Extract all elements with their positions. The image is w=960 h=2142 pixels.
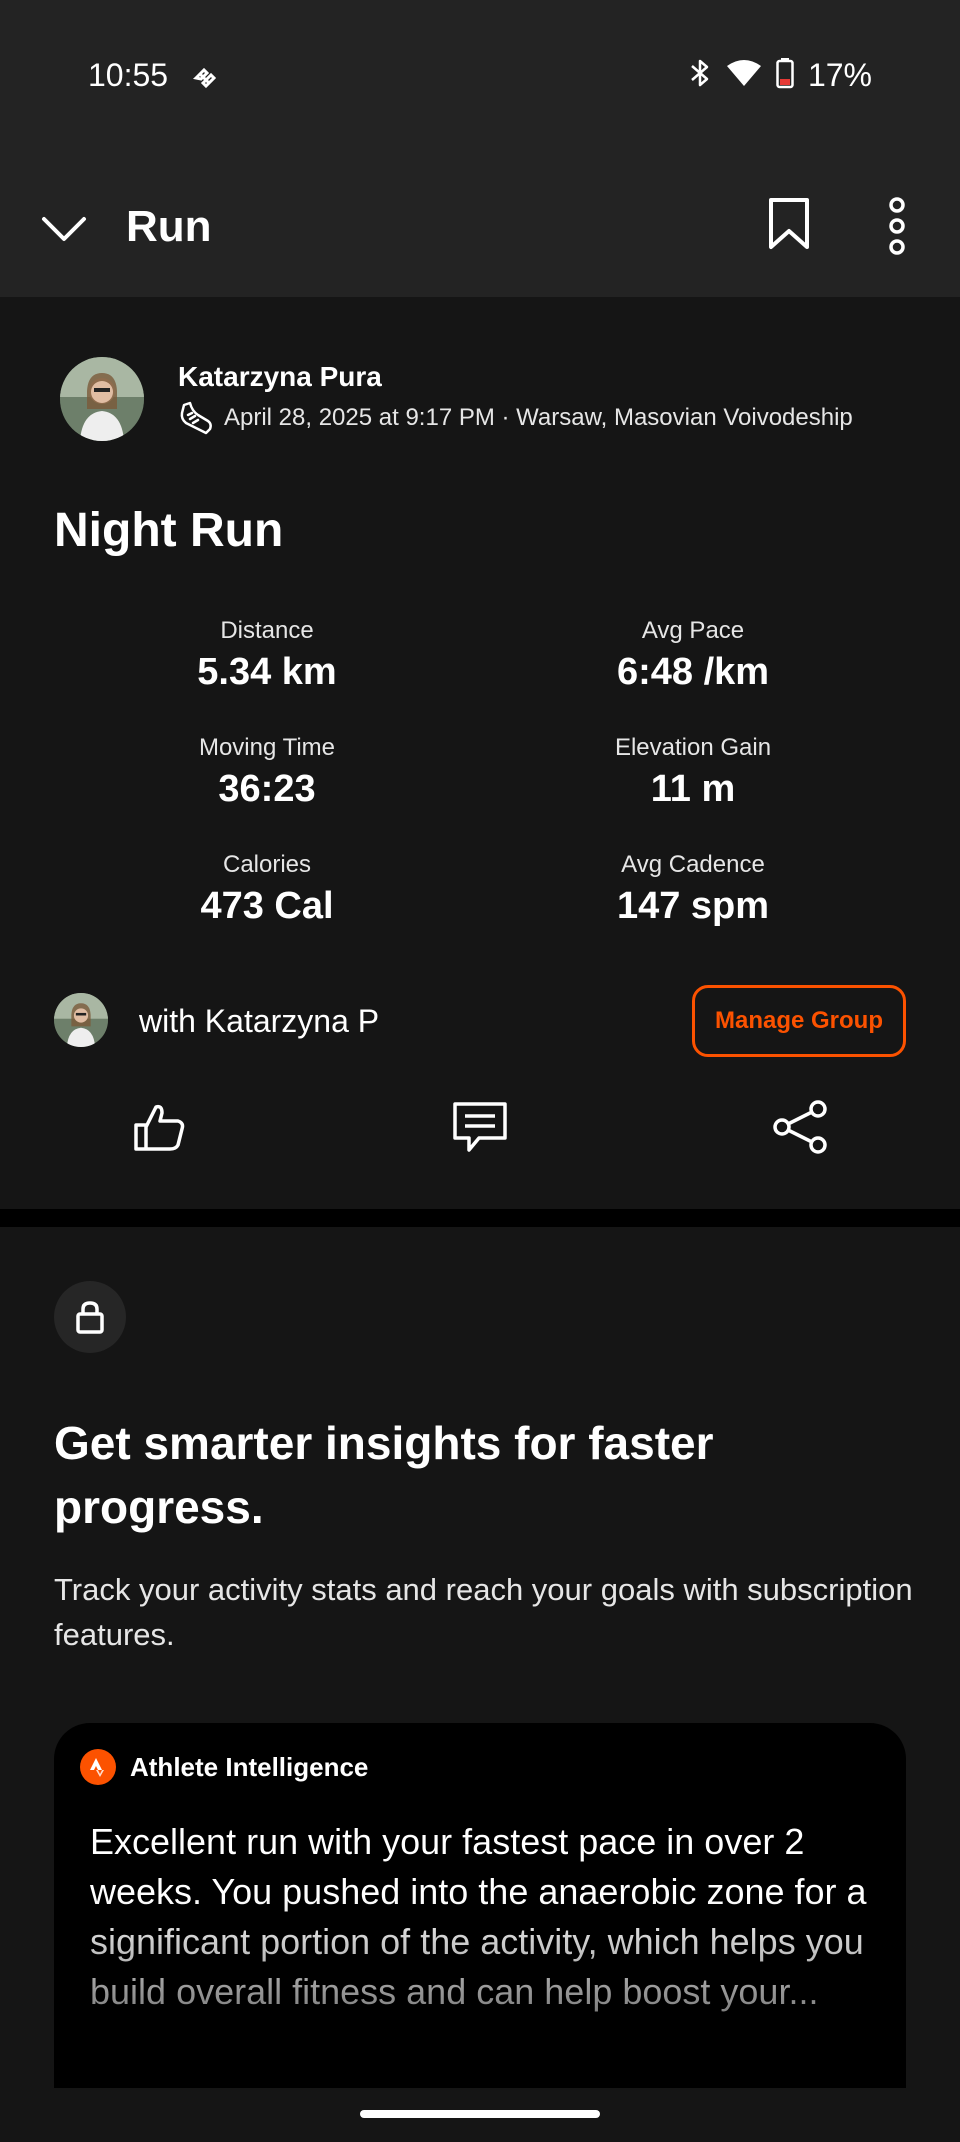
upsell-body: Track your activity stats and reach your… — [54, 1572, 913, 1652]
stat-distance: Distance 5.34 km — [54, 617, 480, 694]
group-row: with Katarzyna P Manage Group — [54, 985, 906, 1057]
stat-value: 6:48 /km — [616, 651, 770, 693]
strava-logo-icon — [80, 1749, 116, 1785]
stat-moving-time: Moving Time 36:23 — [54, 734, 480, 811]
status-bar: 10:55 17% — [0, 0, 960, 150]
notification-icon — [190, 62, 220, 92]
bluetooth-icon — [688, 57, 712, 94]
battery-percent: 17% — [807, 57, 872, 93]
stat-calories: Calories 473 Cal — [54, 851, 480, 928]
chevron-down-icon — [42, 217, 86, 241]
page-title: Run — [126, 202, 212, 251]
system-nav-bar — [0, 2088, 960, 2142]
section-divider — [0, 1209, 960, 1227]
wifi-icon — [726, 58, 762, 93]
ai-card-title: Athlete Intelligence — [130, 1751, 369, 1782]
athlete-name[interactable]: Katarzyna Pura — [178, 361, 382, 393]
activity-title: Night Run — [54, 504, 284, 557]
bookmark-button[interactable] — [762, 194, 816, 254]
stat-value: 36:23 — [218, 768, 316, 810]
app-bar: Run — [0, 150, 960, 297]
bookmark-icon — [769, 198, 809, 249]
thumbs-up-icon — [134, 1104, 185, 1151]
more-options-button[interactable] — [872, 194, 922, 258]
lock-icon — [76, 1301, 104, 1334]
ai-insight-text: Excellent run with your fastest pace in … — [90, 1817, 890, 2017]
manage-group-button[interactable]: Manage Group — [692, 985, 906, 1057]
ai-card-header: Athlete Intelligence — [80, 1749, 368, 1785]
stat-avg-pace: Avg Pace 6:48 /km — [480, 617, 906, 694]
group-members-text[interactable]: with Katarzyna P — [139, 1003, 379, 1040]
avatar[interactable] — [60, 357, 144, 441]
upsell-headline: Get smarter insights for faster progress… — [54, 1417, 714, 1533]
stat-label: Distance — [220, 617, 314, 644]
lock-badge — [54, 1281, 126, 1353]
status-time: 10:55 — [88, 57, 169, 93]
stat-label: Avg Cadence — [621, 851, 765, 878]
kudos-button[interactable] — [120, 1087, 200, 1167]
subscription-upsell: Get smarter insights for faster progress… — [0, 1227, 960, 2142]
group-avatar[interactable] — [54, 993, 108, 1047]
stat-value: 5.34 km — [197, 651, 337, 693]
gesture-handle[interactable] — [360, 2110, 600, 2118]
activity-date-location: April 28, 2025 at 9:17 PM · Warsaw, Maso… — [224, 404, 853, 431]
stat-avg-cadence: Avg Cadence 147 spm — [480, 851, 906, 928]
share-icon — [773, 1100, 827, 1154]
activity-card: Katarzyna Pura April 28, 2025 at 9:17 PM… — [0, 297, 960, 1209]
battery-icon — [776, 57, 794, 94]
comment-button[interactable] — [440, 1087, 520, 1167]
shoe-icon — [180, 401, 212, 435]
collapse-button[interactable] — [36, 200, 92, 256]
share-button[interactable] — [760, 1087, 840, 1167]
stat-value: 147 spm — [616, 885, 770, 927]
status-icons: 17% — [688, 57, 872, 94]
stat-label: Calories — [222, 851, 312, 878]
more-vertical-icon — [889, 197, 905, 255]
activity-meta: April 28, 2025 at 9:17 PM · Warsaw, Maso… — [178, 401, 853, 435]
stat-label: Avg Pace — [641, 617, 745, 644]
action-bar — [0, 1087, 960, 1167]
stat-value: 473 Cal — [200, 885, 334, 927]
stat-label: Elevation Gain — [614, 734, 772, 761]
stat-label: Moving Time — [198, 734, 336, 761]
comment-icon — [453, 1102, 507, 1152]
stat-elevation-gain: Elevation Gain 11 m — [480, 734, 906, 811]
athlete-intelligence-card[interactable]: Athlete Intelligence Excellent run with … — [54, 1723, 906, 2103]
stat-value: 11 m — [650, 768, 736, 810]
